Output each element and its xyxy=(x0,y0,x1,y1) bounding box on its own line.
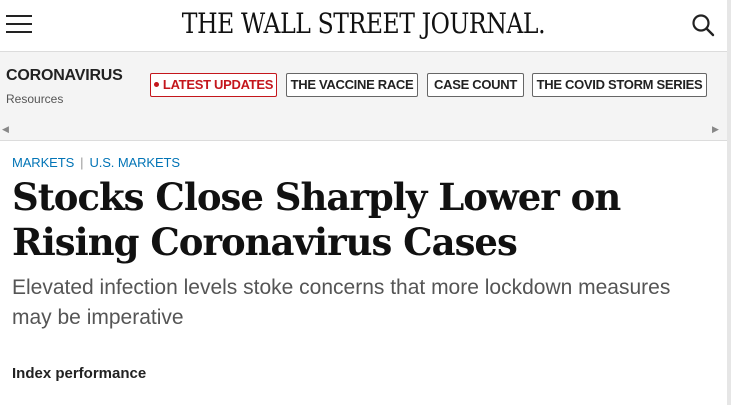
subnav-link-case-count[interactable]: CASE COUNT xyxy=(427,73,524,97)
breadcrumb-us-markets[interactable]: U.S. MARKETS xyxy=(89,155,180,170)
subnav-link-latest-updates[interactable]: LATEST UPDATES xyxy=(150,73,277,97)
site-header: THE WALL STREET JOURNAL. xyxy=(0,0,727,51)
subnav-section-title[interactable]: CORONAVIRUS xyxy=(6,67,123,85)
hamburger-menu-icon[interactable] xyxy=(6,12,32,36)
masthead-logo[interactable]: THE WALL STREET JOURNAL. xyxy=(58,7,669,40)
search-icon[interactable] xyxy=(691,13,715,37)
index-performance-heading: Index performance xyxy=(12,365,147,382)
breadcrumb: MARKETS | U.S. MARKETS xyxy=(12,155,180,170)
live-dot-icon xyxy=(153,82,159,88)
subnav-section-subtitle: Resources xyxy=(6,92,64,106)
subnav-link-label: CASE COUNT xyxy=(434,77,517,92)
subnav-link-label: THE COVID STORM SERIES xyxy=(536,77,703,92)
subnav-link-label: LATEST UPDATES xyxy=(162,77,274,92)
breadcrumb-markets[interactable]: MARKETS xyxy=(12,155,74,170)
page-scrollbar[interactable] xyxy=(727,0,731,405)
triangle-left-icon[interactable]: ◀ xyxy=(2,124,9,135)
triangle-right-icon[interactable]: ▶ xyxy=(712,124,719,135)
coronavirus-subnav: CORONAVIRUS Resources LATEST UPDATES THE… xyxy=(0,51,727,141)
article-dek: Elevated infection levels stoke concerns… xyxy=(12,276,671,329)
breadcrumb-separator: | xyxy=(80,155,84,170)
article-headline: Stocks Close Sharply Lower on Rising Cor… xyxy=(12,175,621,264)
subnav-link-label: THE VACCINE RACE xyxy=(290,77,414,92)
subnav-link-vaccine-race[interactable]: THE VACCINE RACE xyxy=(286,73,418,97)
subnav-link-covid-storm-series[interactable]: THE COVID STORM SERIES xyxy=(532,73,707,97)
